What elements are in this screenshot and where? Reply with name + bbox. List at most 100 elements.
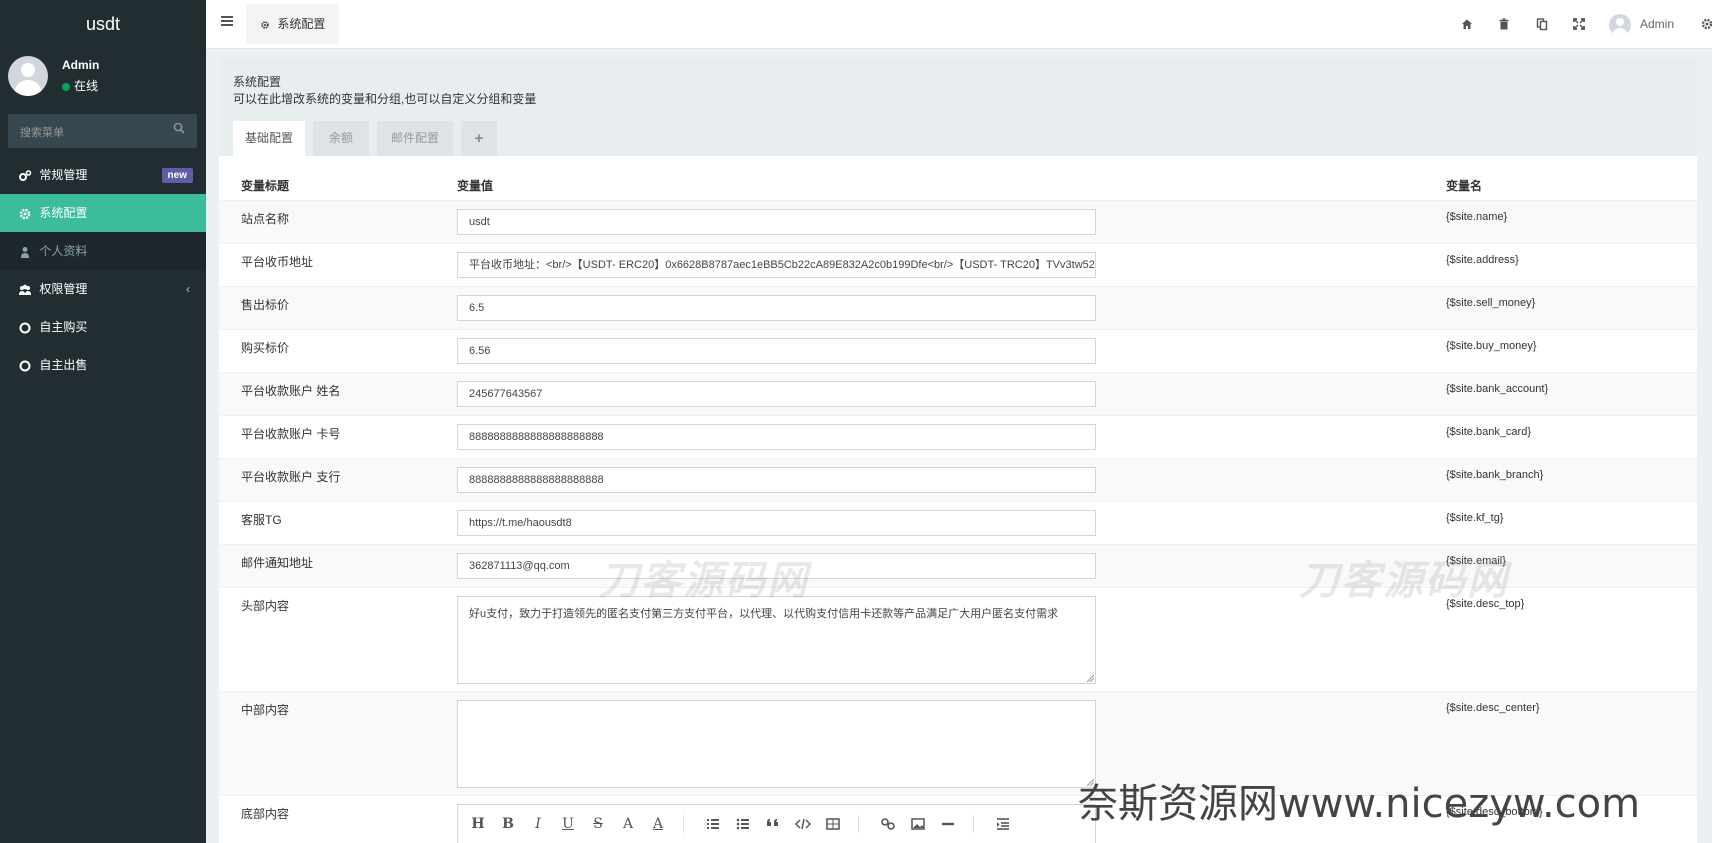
circle-icon — [19, 360, 31, 372]
table-row: 平台收币地址 平台收币地址：<br/>【USDT- ERC20】0x6628B8… — [219, 243, 1697, 287]
ordered-list-icon[interactable] — [703, 814, 723, 834]
sidebar: usdt Admin 在线 搜索菜单 常规管理 new 系统配置 个人资料 权限… — [0, 0, 206, 843]
table-row: 购买标价 6.56 {$site.buy_money} — [219, 329, 1697, 373]
col-header-varname: 变量名 — [1446, 179, 1483, 193]
top-user-name[interactable]: Admin — [1640, 17, 1674, 31]
table-icon[interactable] — [823, 814, 843, 834]
user-avatar — [8, 56, 48, 96]
user-name: Admin — [62, 58, 100, 72]
sidebar-item-self-sell[interactable]: 自主出售 — [0, 346, 206, 384]
tab-mail-config[interactable]: 邮件配置 — [377, 121, 453, 156]
new-badge: new — [161, 168, 193, 183]
address-input[interactable]: 平台收币地址：<br/>【USDT- ERC20】0x6628B8787aec1… — [457, 252, 1096, 278]
resize-handle-icon[interactable] — [1086, 674, 1094, 682]
col-header-title: 变量标题 — [241, 179, 290, 193]
image-icon[interactable] — [908, 814, 928, 834]
desc-center-textarea[interactable] — [457, 700, 1096, 788]
row-var-name: {$site.kf_tg} — [1446, 512, 1504, 524]
top-navbar: 系统配置 Admin — [206, 0, 1712, 49]
tab-label: 系统配置 — [277, 17, 326, 31]
fullscreen-icon[interactable] — [1572, 17, 1586, 31]
sidebar-item-label: 自主购买 — [39, 320, 88, 334]
table-row: 客服TG https://t.me/haousdt8 {$site.kf_tg} — [219, 501, 1697, 545]
tab-balance[interactable]: 余额 — [313, 121, 369, 156]
table-row: 平台收款账户 姓名 245677643567 {$site.bank_accou… — [219, 372, 1697, 416]
desc-top-textarea[interactable]: 好u支付，致力于打造领先的匿名支付第三方支付平台，以代理、以代购支付信用卡还款等… — [457, 596, 1096, 684]
sidebar-item-permission[interactable]: 权限管理 ‹ — [0, 270, 206, 308]
brand-logo[interactable]: usdt — [0, 0, 206, 48]
main-content: 系统配置 可以在此增改系统的变量和分组,也可以自定义分组和变量 基础配置 余额 … — [219, 58, 1697, 843]
desc-bottom-editor[interactable]: H B I U S A A — [457, 804, 1096, 843]
font-color-button[interactable]: A — [618, 814, 638, 834]
sell-money-input[interactable]: 6.5 — [457, 295, 1096, 321]
panel-description: 可以在此增改系统的变量和分组,也可以自定义分组和变量 — [233, 92, 537, 106]
sidebar-item-system-config[interactable]: 系统配置 — [0, 194, 206, 232]
tab-system-config[interactable]: 系统配置 — [246, 4, 340, 44]
row-var-name: {$site.address} — [1446, 254, 1519, 266]
watermark-center: 刀客源码网 — [599, 558, 809, 604]
sidebar-item-profile[interactable]: 个人资料 — [0, 232, 206, 270]
row-label: 头部内容 — [241, 599, 290, 613]
watermark-right: 刀客源码网 — [1299, 558, 1509, 604]
sidebar-item-general[interactable]: 常规管理 new — [0, 156, 206, 194]
copy-icon[interactable] — [1535, 17, 1549, 31]
panel-heading: 系统配置 可以在此增改系统的变量和分组,也可以自定义分组和变量 基础配置 余额 … — [219, 58, 1697, 156]
menu-toggle-icon[interactable] — [221, 16, 233, 26]
menu-search-input[interactable]: 搜索菜单 — [8, 114, 197, 148]
link-icon[interactable] — [878, 814, 898, 834]
circle-icon — [19, 322, 31, 334]
textarea-value: 好u支付，致力于打造领先的匿名支付第三方支付平台，以代理、以代购支付信用卡还款等… — [469, 608, 1059, 620]
row-label: 平台收款账户 卡号 — [241, 427, 341, 441]
code-icon[interactable] — [793, 814, 813, 834]
sidebar-item-label: 权限管理 — [39, 282, 88, 296]
top-user-avatar[interactable] — [1609, 14, 1631, 36]
heading-button[interactable]: H — [468, 814, 488, 834]
sidebar-menu: 常规管理 new 系统配置 个人资料 权限管理 ‹ 自主购买 自主出售 — [0, 156, 206, 384]
unordered-list-icon[interactable] — [733, 814, 753, 834]
indent-icon[interactable] — [993, 814, 1013, 834]
bank-account-input[interactable]: 245677643567 — [457, 381, 1096, 407]
user-icon — [21, 246, 29, 258]
gear-icon — [19, 208, 31, 220]
bg-color-button[interactable]: A — [648, 814, 668, 834]
row-var-name: {$site.bank_branch} — [1446, 469, 1544, 481]
row-label: 站点名称 — [241, 212, 290, 226]
italic-button[interactable]: I — [528, 814, 548, 834]
watermark-bottom: 奈斯资源网www.nicezyw.com — [1078, 781, 1641, 827]
site-name-input[interactable]: usdt — [457, 209, 1096, 235]
table-row: 平台收款账户 卡号 8888888888888888888888 {$site.… — [219, 415, 1697, 459]
row-var-name: {$site.sell_money} — [1446, 297, 1536, 309]
table-row: 平台收款账户 支行 8888888888888888888888 {$site.… — [219, 458, 1697, 502]
bank-branch-input[interactable]: 8888888888888888888888 — [457, 467, 1096, 493]
row-var-name: {$site.desc_center} — [1446, 702, 1540, 714]
horizontal-rule-icon[interactable] — [938, 814, 958, 834]
search-icon[interactable] — [173, 122, 185, 134]
chevron-left-icon: ‹ — [186, 282, 190, 296]
sidebar-item-self-buy[interactable]: 自主购买 — [0, 308, 206, 346]
row-label: 邮件通知地址 — [241, 556, 314, 570]
bold-button[interactable]: B — [498, 814, 518, 834]
row-var-name: {$site.name} — [1446, 211, 1508, 223]
strikethrough-button[interactable]: S — [588, 814, 608, 834]
trash-icon[interactable] — [1497, 17, 1511, 31]
sidebar-item-label: 自主出售 — [39, 358, 88, 372]
online-dot-icon — [62, 82, 70, 91]
buy-money-input[interactable]: 6.56 — [457, 338, 1096, 364]
underline-button[interactable]: U — [558, 814, 578, 834]
add-tab-button[interactable]: + — [461, 121, 497, 156]
user-panel: Admin 在线 — [8, 56, 198, 98]
bank-card-input[interactable]: 8888888888888888888888 — [457, 424, 1096, 450]
row-label: 中部内容 — [241, 703, 290, 717]
row-label: 平台收款账户 姓名 — [241, 384, 341, 398]
sidebar-item-label: 常规管理 — [39, 168, 88, 182]
settings-icon[interactable] — [1700, 17, 1712, 31]
toolbar-divider — [683, 815, 684, 833]
home-icon[interactable] — [1460, 17, 1474, 31]
table-row: 站点名称 usdt {$site.name} — [219, 200, 1697, 244]
kf-tg-input[interactable]: https://t.me/haousdt8 — [457, 510, 1096, 536]
quote-icon[interactable] — [763, 814, 783, 834]
user-status: 在线 — [62, 77, 98, 94]
tab-basic-config[interactable]: 基础配置 — [233, 121, 305, 156]
toolbar-divider — [858, 815, 859, 833]
user-status-label: 在线 — [74, 79, 99, 93]
